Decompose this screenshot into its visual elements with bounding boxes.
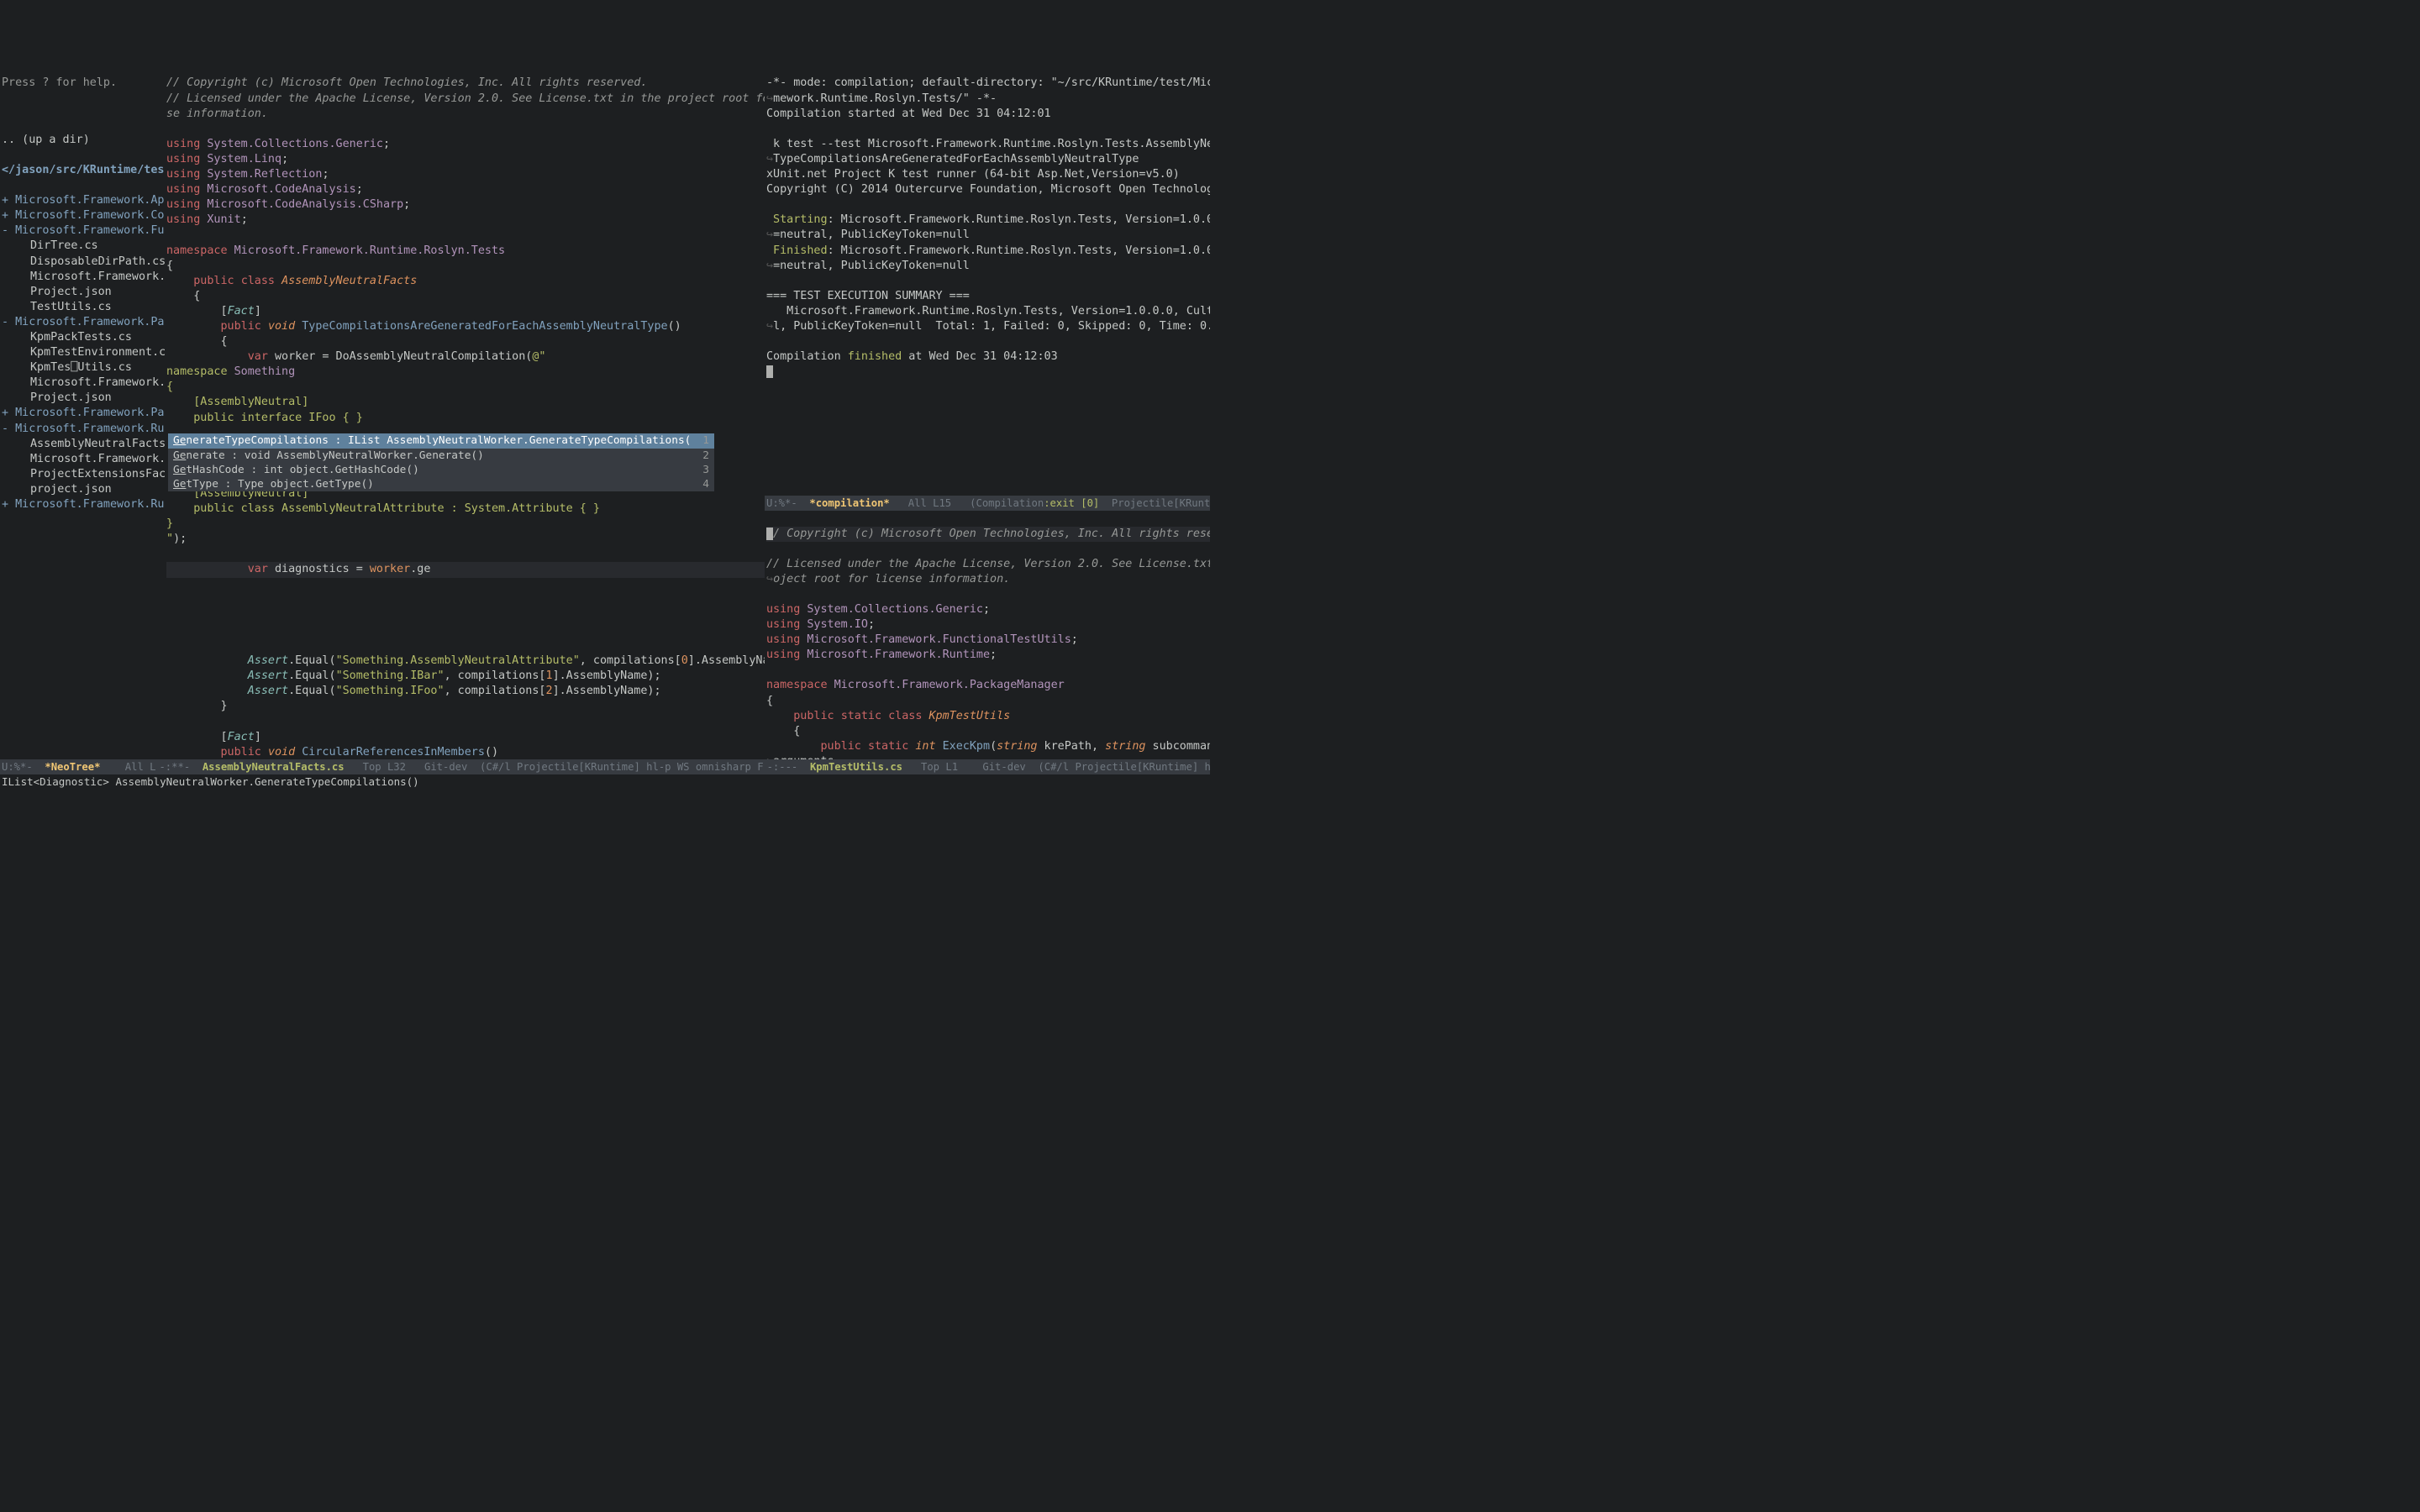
neotree-help: Press ? for help. <box>0 76 165 91</box>
neotree-folder[interactable]: - Microsoft.Framework.Func> <box>0 223 165 239</box>
neotree-folder[interactable]: + Microsoft.Framework.Comm> <box>0 208 165 223</box>
autocomplete-item[interactable]: GetHashCode : int object.GetHashCode()3 <box>168 463 714 477</box>
neotree-up-dir[interactable]: .. (up a dir) <box>0 133 165 148</box>
neotree-file[interactable]: AssemblyNeutralFacts.c> <box>0 437 165 452</box>
neotree-folder[interactable]: - Microsoft.Framework.Pack> <box>0 315 165 330</box>
right-code-buffer[interactable]: / Copyright (c) Microsoft Open Technolog… <box>765 511 1210 759</box>
autocomplete-item[interactable]: Generate : void AssemblyNeutralWorker.Ge… <box>168 449 714 463</box>
cursor <box>766 365 773 378</box>
compilation-buffer[interactable]: -*- mode: compilation; default-directory… <box>765 60 1210 496</box>
main-code-buffer[interactable]: // Copyright (c) Microsoft Open Technolo… <box>165 60 765 759</box>
neotree-file[interactable]: KpmTes⎕Utils.cs <box>0 360 165 375</box>
autocomplete-item[interactable]: GenerateTypeCompilations : IList Assembl… <box>168 433 714 448</box>
neotree-file[interactable]: Project.json <box>0 391 165 406</box>
neotree-root-path[interactable]: </jason/src/KRuntime/test <box>0 163 165 178</box>
neotree-file[interactable]: Microsoft.Framework.Fu> <box>0 270 165 285</box>
minibuffer: IList<Diagnostic> AssemblyNeutralWorker.… <box>0 774 1210 790</box>
neotree-folder[interactable]: - Microsoft.Framework.Runt> <box>0 422 165 437</box>
neotree-file[interactable]: DisposableDirPath.cs <box>0 255 165 270</box>
neotree-file[interactable]: DirTree.cs <box>0 239 165 254</box>
neotree-folder[interactable]: + Microsoft.Framework.Pack> <box>0 406 165 421</box>
neotree-file[interactable]: ProjectExtensionsFacts> <box>0 467 165 482</box>
neotree-file[interactable]: TestUtils.cs <box>0 300 165 315</box>
neotree-file[interactable]: Microsoft.Framework.Pa> <box>0 375 165 391</box>
modeline-compilation: U:%*- *compilation* All L15 (Compilation… <box>765 496 1210 511</box>
autocomplete-item[interactable]: GetType : Type object.GetType()4 <box>168 477 714 491</box>
neotree-folder[interactable]: + Microsoft.Framework.Appl> <box>0 193 165 208</box>
neotree-file[interactable]: Project.json <box>0 285 165 300</box>
neotree-sidebar[interactable]: Press ? for help. .. (up a dir) </jason/… <box>0 60 165 759</box>
autocomplete-popup[interactable]: GenerateTypeCompilations : IList Assembl… <box>168 433 714 491</box>
neotree-file[interactable]: KpmTestEnvironment.cs <box>0 345 165 360</box>
neotree-file[interactable]: project.json <box>0 482 165 497</box>
neotree-file[interactable]: Microsoft.Framework.Ru> <box>0 452 165 467</box>
modeline-row: U:%*- *NeoTree* All L -:**- AssemblyNeut… <box>0 759 1210 774</box>
neotree-file[interactable]: KpmPackTests.cs <box>0 330 165 345</box>
neotree-folder[interactable]: + Microsoft.Framework.Runt> <box>0 497 165 512</box>
